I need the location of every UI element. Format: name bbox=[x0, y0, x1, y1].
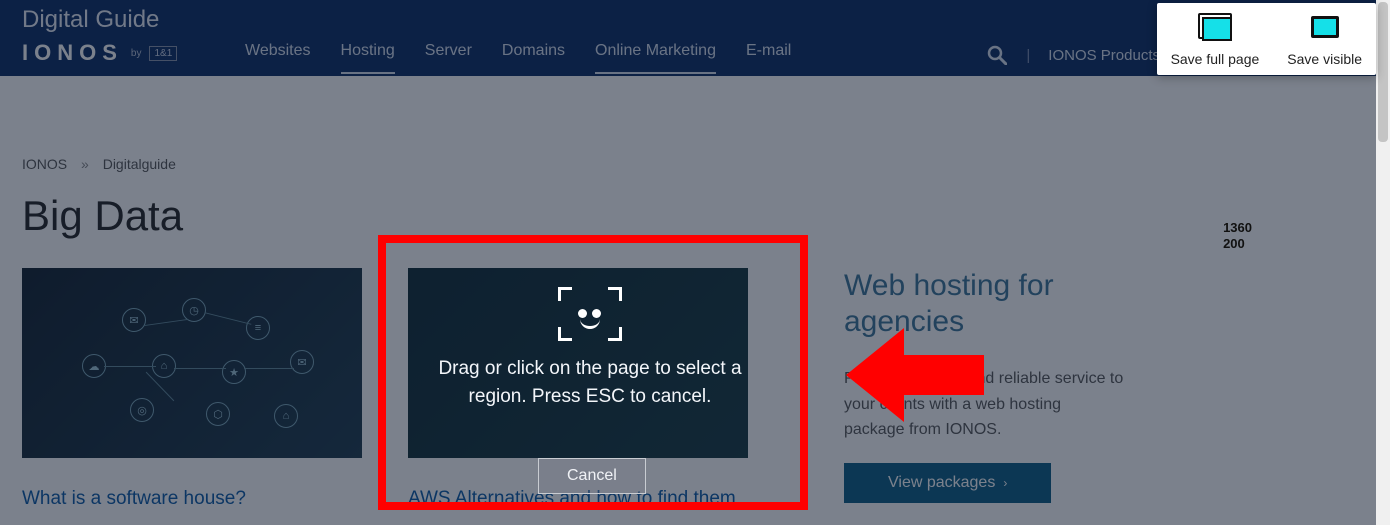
readout-height: 200 bbox=[1223, 236, 1252, 252]
cancel-button[interactable]: Cancel bbox=[538, 458, 646, 494]
nav-email[interactable]: E-mail bbox=[746, 42, 791, 74]
graphic-icon: ⬡ bbox=[206, 402, 230, 426]
main-nav: Websites Hosting Server Domains Online M… bbox=[245, 42, 791, 74]
save-full-label: Save full page bbox=[1171, 51, 1260, 67]
graphic-line bbox=[244, 368, 294, 369]
graphic-icon: ✉ bbox=[122, 308, 146, 332]
breadcrumb-current: Digitalguide bbox=[103, 156, 176, 172]
save-visible-button[interactable]: Save visible bbox=[1287, 13, 1362, 67]
nav-websites[interactable]: Websites bbox=[245, 42, 311, 74]
chevron-right-icon: › bbox=[1003, 476, 1007, 490]
header-divider: | bbox=[1026, 47, 1030, 64]
breadcrumb-sep: » bbox=[81, 156, 89, 172]
article-card[interactable]: ✉ ◷ ≡ ☁ ⌂ ★ ✉ ◎ ⬡ ⌂ What is a software h… bbox=[22, 268, 362, 510]
breadcrumb: IONOS » Digitalguide bbox=[22, 156, 1368, 172]
scrollbar-thumb[interactable] bbox=[1378, 2, 1388, 142]
header-right: | IONOS Products bbox=[986, 44, 1160, 66]
nav-online-marketing[interactable]: Online Marketing bbox=[595, 42, 716, 74]
article-title[interactable]: What is a software house? bbox=[22, 488, 362, 510]
capture-instruction-popup: Drag or click on the page to select a re… bbox=[408, 253, 772, 445]
page-title: Big Data bbox=[22, 192, 1368, 240]
save-full-page-button[interactable]: Save full page bbox=[1171, 13, 1260, 67]
graphic-icon: ★ bbox=[222, 360, 246, 384]
products-link[interactable]: IONOS Products bbox=[1048, 47, 1160, 64]
view-packages-button[interactable]: View packages › bbox=[844, 463, 1051, 503]
graphic-line bbox=[205, 312, 252, 325]
capture-face-icon bbox=[558, 287, 622, 341]
brand-tag: 1&1 bbox=[149, 46, 177, 61]
vertical-scrollbar[interactable] bbox=[1376, 0, 1390, 525]
breadcrumb-root[interactable]: IONOS bbox=[22, 156, 67, 172]
nav-hosting[interactable]: Hosting bbox=[341, 42, 395, 74]
promo-body: Provide powerful and reliable service to… bbox=[844, 366, 1124, 443]
nav-domains[interactable]: Domains bbox=[502, 42, 565, 74]
brand-logo[interactable]: IONOS bbox=[22, 40, 123, 66]
graphic-icon: ✉ bbox=[290, 350, 314, 374]
graphic-line bbox=[174, 368, 226, 369]
graphic-icon: ☁ bbox=[82, 354, 106, 378]
promo-heading: Web hosting for agencies bbox=[844, 268, 1124, 340]
capture-message: Drag or click on the page to select a re… bbox=[408, 355, 772, 410]
sidebar-promo: Web hosting for agencies Provide powerfu… bbox=[844, 268, 1124, 510]
selection-size-readout: 1360 200 bbox=[1223, 220, 1252, 253]
search-icon[interactable] bbox=[986, 44, 1008, 66]
save-visible-label: Save visible bbox=[1287, 51, 1362, 67]
graphic-line bbox=[144, 319, 188, 326]
article-thumb: ✉ ◷ ≡ ☁ ⌂ ★ ✉ ◎ ⬡ ⌂ bbox=[22, 268, 362, 458]
graphic-icon: ⌂ bbox=[274, 404, 298, 428]
graphic-icon: ≡ bbox=[246, 316, 270, 340]
save-full-page-icon bbox=[1198, 13, 1232, 43]
save-visible-icon bbox=[1308, 13, 1342, 43]
screenshot-extension-toolbar: Save full page Save visible bbox=[1157, 3, 1376, 75]
cta-label: View packages bbox=[888, 474, 995, 492]
graphic-icon: ◎ bbox=[130, 398, 154, 422]
readout-width: 1360 bbox=[1223, 220, 1252, 236]
nav-server[interactable]: Server bbox=[425, 42, 472, 74]
brand-by: by bbox=[131, 48, 142, 59]
graphic-line bbox=[104, 366, 156, 367]
